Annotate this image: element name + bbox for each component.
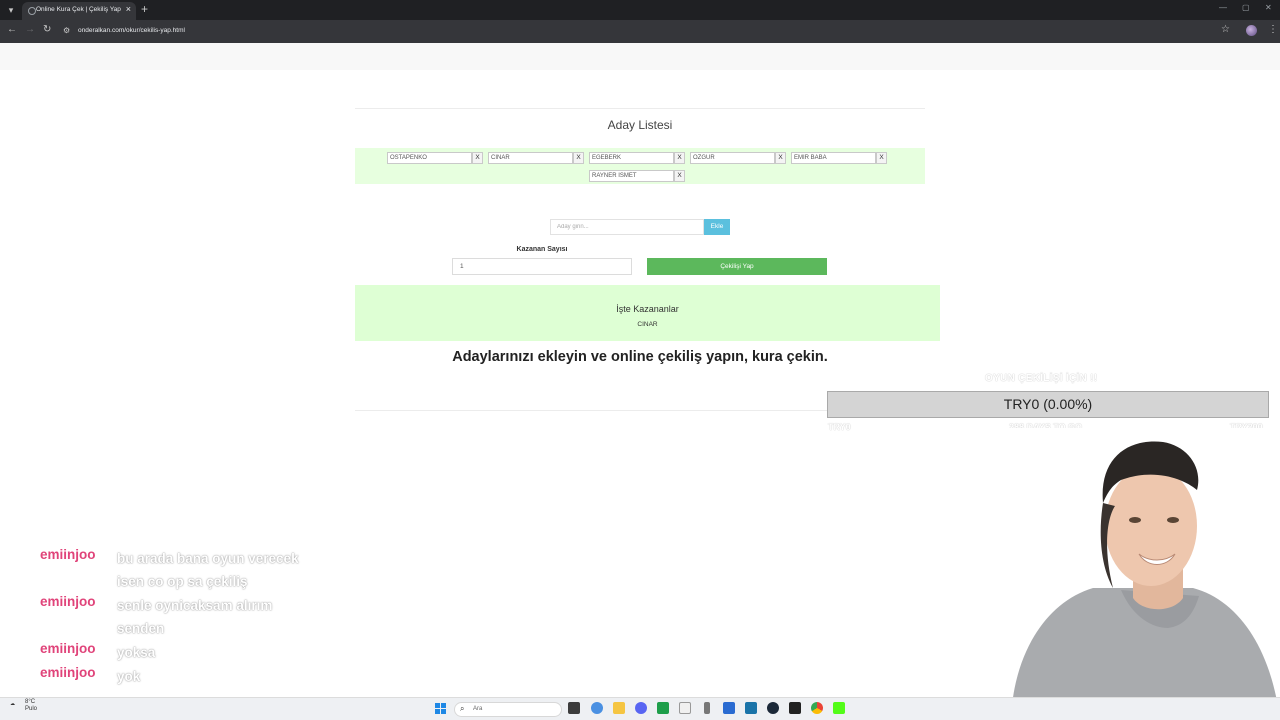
word-icon[interactable] <box>723 702 735 714</box>
excel-icon[interactable] <box>657 702 669 714</box>
site-header <box>0 43 1280 70</box>
taskbar-search-placeholder: Ara <box>473 706 483 712</box>
candidate-list-title: Aday Listesi <box>607 118 673 132</box>
chat-message: emiinjoo yok <box>40 665 330 688</box>
new-tab-icon[interactable]: + <box>141 2 148 16</box>
goal-progress-bar: TRY0 (0.00%) <box>827 391 1269 418</box>
start-button-icon[interactable] <box>435 703 446 714</box>
candidate-item: EGEBERK X <box>589 152 686 164</box>
weather-widget[interactable]: 8°C Pulo <box>25 699 37 713</box>
weather-temperature: 8°C <box>25 699 36 705</box>
chat-text: bu arada bana oyun verecek isen co op sa… <box>117 551 299 589</box>
window-close-icon[interactable]: ✕ <box>1265 3 1272 12</box>
chat-username: emiinjoo <box>40 665 96 680</box>
winner-count-label: Kazanan Sayısı <box>516 246 568 253</box>
candidate-item: CINAR X <box>488 152 585 164</box>
epic-games-icon[interactable] <box>789 702 801 714</box>
bookmark-star-icon[interactable]: ☆ <box>1221 24 1230 35</box>
search-icon: ⌕ <box>460 704 465 713</box>
goal-progress-text: TRY0 (0.00%) <box>1003 396 1093 412</box>
remove-candidate-button[interactable]: X <box>674 152 685 164</box>
chat-text: yok <box>117 669 141 684</box>
chat-overlay: emiinjoo bu arada bana oyun verecek isen… <box>40 547 330 689</box>
address-bar[interactable]: onderalkan.com/okur/cekilis-yap.html <box>78 27 185 34</box>
store-icon[interactable] <box>745 702 757 714</box>
remove-candidate-button[interactable]: X <box>674 170 685 182</box>
winners-panel: İşte Kazananlar CINAR <box>355 285 940 341</box>
weather-icon: ☁ <box>10 701 15 707</box>
weather-description: Pulo <box>25 706 38 712</box>
tab-title: Online Kura Çek | Çekiliş Yap <box>36 6 121 13</box>
back-icon[interactable]: ← <box>7 24 17 35</box>
chat-message: emiinjoo yoksa <box>40 641 330 664</box>
candidate-name-field[interactable]: OZGUR <box>690 152 775 164</box>
steam-icon[interactable] <box>767 702 779 714</box>
winner-name: CINAR <box>637 321 658 328</box>
candidate-item: RAYNER ISMET X <box>589 170 686 182</box>
chrome-icon[interactable] <box>811 702 823 714</box>
microphone-icon[interactable] <box>704 702 710 714</box>
chat-username: emiinjoo <box>40 641 96 656</box>
browser-nav-bar: ← → ↻ ⚙ onderalkan.com/okur/cekilis-yap.… <box>0 20 1280 43</box>
candidate-name-field[interactable]: CINAR <box>488 152 573 164</box>
screen: ▾ Online Kura Çek | Çekiliş Yap × + — ▢ … <box>0 0 1280 720</box>
candidate-name-field[interactable]: EMIR BABA <box>791 152 876 164</box>
candidate-item: OSTAPENKO X <box>387 152 484 164</box>
webcam-feed <box>1003 428 1280 720</box>
tab-search-icon[interactable]: ▾ <box>4 3 18 17</box>
candidate-item: EMIR BABA X <box>791 152 888 164</box>
goal-title: OYUN ÇEKİLİŞİ İÇİN !! <box>985 373 1098 384</box>
chat-message: emiinjoo bu arada bana oyun verecek isen… <box>40 547 330 593</box>
browser-tab-bar: ▾ Online Kura Çek | Çekiliş Yap × + — ▢ … <box>0 0 1280 20</box>
taskbar: ☁ 8°C Pulo ⌕ Ara <box>0 697 1280 720</box>
remove-candidate-button[interactable]: X <box>775 152 786 164</box>
chat-message: emiinjoo senle oynicaksam alırım senden <box>40 594 330 640</box>
draw-button[interactable]: Çekilişi Yap <box>647 258 827 275</box>
menu-dots-icon[interactable]: ⋮ <box>1268 24 1278 35</box>
remove-candidate-button[interactable]: X <box>573 152 584 164</box>
close-icon[interactable]: × <box>126 4 131 14</box>
divider <box>355 108 925 109</box>
candidate-input[interactable] <box>550 219 704 235</box>
candidate-name-field[interactable]: EGEBERK <box>589 152 674 164</box>
site-info-icon[interactable]: ⚙ <box>63 26 73 36</box>
file-explorer-icon[interactable] <box>613 702 625 714</box>
winner-count-input[interactable] <box>452 258 632 275</box>
discord-icon[interactable] <box>635 702 647 714</box>
maximize-icon[interactable]: ▢ <box>1242 3 1250 12</box>
forward-icon[interactable]: → <box>25 24 35 35</box>
chat-username: emiinjoo <box>40 594 96 609</box>
chat-text: yoksa <box>117 645 156 660</box>
profile-avatar[interactable] <box>1246 25 1257 36</box>
candidate-panel: OSTAPENKO X CINAR X EGEBERK X OZGUR X EM… <box>355 148 925 184</box>
copilot-icon[interactable] <box>591 702 603 714</box>
page-headline: Adaylarınızı ekleyin ve online çekiliş y… <box>452 349 828 365</box>
notepad-icon[interactable] <box>679 702 691 714</box>
browser-tab[interactable]: Online Kura Çek | Çekiliş Yap × <box>22 2 136 20</box>
candidate-item: OZGUR X <box>690 152 787 164</box>
candidate-name-field[interactable]: RAYNER ISMET <box>589 170 674 182</box>
remove-candidate-button[interactable]: X <box>876 152 887 164</box>
kick-icon[interactable] <box>833 702 845 714</box>
minimize-icon[interactable]: — <box>1219 3 1227 12</box>
remove-candidate-button[interactable]: X <box>472 152 483 164</box>
winners-title: İşte Kazananlar <box>616 304 679 314</box>
task-view-icon[interactable] <box>568 702 580 714</box>
add-candidate-button[interactable]: Ekle <box>704 219 730 235</box>
goal-current: TRY0 <box>828 422 851 432</box>
reload-icon[interactable]: ↻ <box>43 24 51 35</box>
chat-username: emiinjoo <box>40 547 96 562</box>
chat-text: senle oynicaksam alırım senden <box>117 598 273 636</box>
taskbar-search[interactable]: ⌕ Ara <box>454 702 562 717</box>
candidate-name-field[interactable]: OSTAPENKO <box>387 152 472 164</box>
globe-icon <box>28 7 36 15</box>
